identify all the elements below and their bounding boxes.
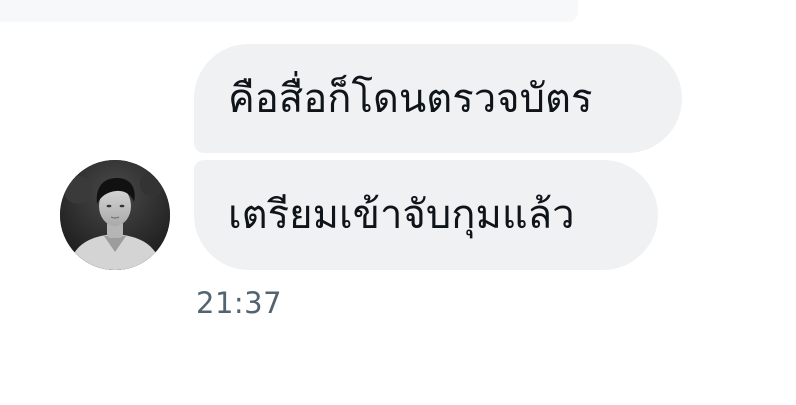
message-bubble[interactable]: คือสื่อก็โดนตรวจบัตร — [194, 44, 682, 153]
message-bubble[interactable]: เตรียมเข้าจับกุมแล้ว — [194, 160, 658, 270]
avatar[interactable] — [60, 160, 170, 270]
user-avatar-icon — [60, 160, 170, 270]
previous-message-edge — [0, 0, 578, 22]
message-timestamp: 21:37 — [196, 286, 283, 320]
message-text: คือสื่อก็โดนตรวจบัตร — [228, 75, 593, 122]
message-text: เตรียมเข้าจับกุมแล้ว — [228, 192, 575, 238]
